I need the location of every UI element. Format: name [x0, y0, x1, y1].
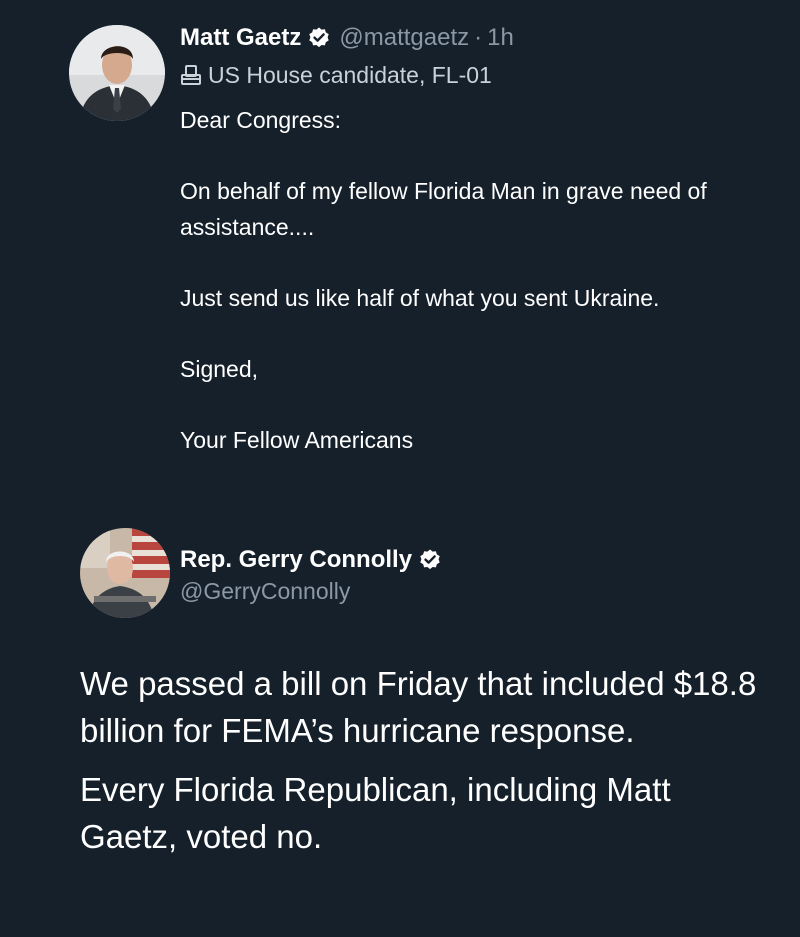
verified-badge-icon: [418, 548, 442, 572]
connolly-tweet-text: We passed a bill on Friday that included…: [80, 660, 760, 872]
gaetz-tweet-text: Dear Congress: On behalf of my fellow Fl…: [180, 102, 740, 493]
connolly-avatar[interactable]: [80, 528, 170, 618]
gaetz-header: Matt Gaetz @mattgaetz · 1h: [180, 20, 514, 56]
author-name[interactable]: Rep. Gerry Connolly: [180, 546, 412, 574]
author-handle[interactable]: @GerryConnolly: [180, 578, 350, 608]
timestamp[interactable]: 1h: [487, 24, 514, 52]
author-handle[interactable]: @mattgaetz: [339, 24, 469, 52]
separator-dot: ·: [474, 24, 483, 51]
tweet-line: Every Florida Republican, including Matt…: [80, 771, 671, 855]
author-name[interactable]: Matt Gaetz: [180, 24, 301, 52]
tweet-line: Just send us like half of what you sent …: [180, 285, 660, 311]
gaetz-avatar[interactable]: [69, 25, 165, 121]
verified-badge-icon: [307, 26, 331, 50]
tweet-line: Your Fellow Americans: [180, 427, 414, 453]
ballot-box-icon: [180, 64, 202, 86]
candidate-label: US House candidate, FL-01: [180, 58, 492, 92]
tweet-line: On behalf of my fellow Florida Man in gr…: [180, 178, 707, 240]
tweet-line: Dear Congress:: [180, 107, 342, 133]
connolly-name-row: Rep. Gerry Connolly: [180, 543, 450, 577]
tweet-line: Signed,: [180, 356, 259, 382]
candidate-label-text: US House candidate, FL-01: [208, 61, 492, 88]
tweet-line: We passed a bill on Friday that included…: [80, 665, 757, 749]
